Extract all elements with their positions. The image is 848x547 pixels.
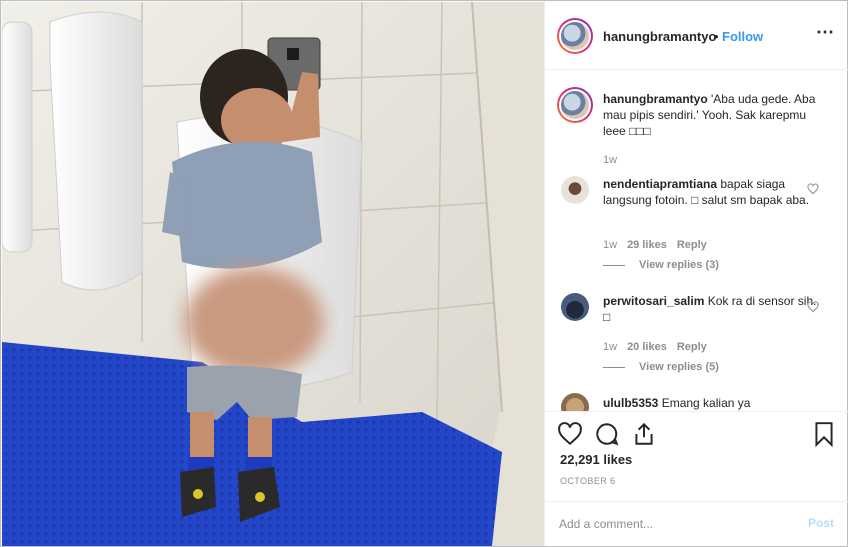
avatar-image [561,22,589,50]
reply-button[interactable]: Reply [677,239,707,251]
post-comment-button[interactable]: Post [808,516,834,530]
share-icon[interactable] [631,421,657,447]
post-photo[interactable] [2,2,544,546]
post-modal: hanungbramantyo • Follow ⋯ hanungbramant… [0,0,848,547]
post-date[interactable]: OCTOBER 6 [560,476,615,486]
comment-likes[interactable]: 29 likes [627,239,667,251]
comment-username[interactable]: perwitosari_salim [603,294,704,308]
comment-text: Emang kalian ya [661,396,751,410]
comment-bubble-icon[interactable] [594,421,620,447]
comment: nendentiapramtiana bapak siaga langsung … [603,176,823,208]
comment: perwitosari_salim Kok ra di sensor sih..… [603,293,823,325]
comment-avatar[interactable] [561,293,589,321]
separator-dot: • [714,29,719,44]
comment-meta: 1w 20 likes Reply [603,341,707,353]
view-replies[interactable]: View replies (5) [603,361,719,373]
caption-username[interactable]: hanungbramantyo [603,92,708,106]
bookmark-icon[interactable] [811,421,837,447]
photo-scene [2,2,544,546]
comments-list[interactable]: hanungbramantyo 'Aba uda gede. Aba mau p… [545,71,848,411]
comment-username[interactable]: ululb5353 [603,396,658,410]
view-replies-line [603,366,625,368]
caption-time[interactable]: 1w [603,154,617,166]
comment-likes[interactable]: 20 likes [627,341,667,353]
caption: hanungbramantyo 'Aba uda gede. Aba mau p… [603,91,828,139]
comment-meta: 1w 29 likes Reply [603,239,707,251]
comment-avatar[interactable] [561,393,589,411]
comment-username[interactable]: nendentiapramtiana [603,177,717,191]
like-comment-icon[interactable] [807,183,819,195]
view-replies-label[interactable]: View replies (3) [639,259,719,271]
view-replies-line [603,264,625,266]
author-avatar[interactable] [557,18,593,54]
likes-count[interactable]: 22,291 likes [560,452,632,467]
author-username[interactable]: hanungbramantyo [603,29,716,44]
post-header: hanungbramantyo • Follow ⋯ [545,2,848,70]
reply-button[interactable]: Reply [677,341,707,353]
comment-time[interactable]: 1w [603,239,617,251]
comment-time[interactable]: 1w [603,341,617,353]
like-heart-icon[interactable] [557,421,583,447]
more-options-icon[interactable]: ⋯ [816,22,835,43]
add-comment-bar: Post [545,501,848,546]
post-actions: 22,291 likes OCTOBER 6 [545,411,848,501]
follow-button[interactable]: Follow [722,29,763,44]
avatar-image [561,91,589,119]
like-comment-icon[interactable] [807,301,819,313]
view-replies-label[interactable]: View replies (5) [639,361,719,373]
comment: ululb5353 Emang kalian ya [603,395,823,411]
comment-input[interactable] [559,514,789,534]
caption-avatar[interactable] [557,87,593,123]
comment-avatar[interactable] [561,176,589,204]
view-replies[interactable]: View replies (3) [603,259,719,271]
post-sidebar: hanungbramantyo • Follow ⋯ hanungbramant… [544,2,848,546]
